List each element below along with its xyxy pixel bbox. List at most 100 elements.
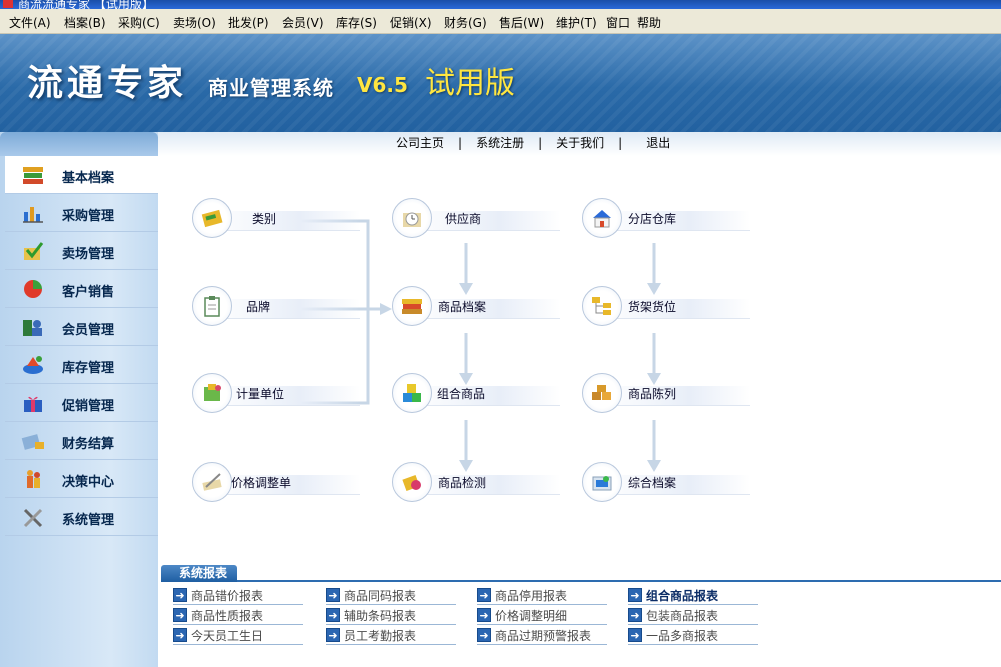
report-link[interactable]: ➜ 商品停用报表	[477, 586, 607, 605]
node-warehouse[interactable]: 分店仓库	[582, 198, 750, 238]
menu-inventory[interactable]: 库存(S)	[336, 14, 377, 31]
arrow-right-icon: ➜	[326, 608, 340, 622]
node-product-archive[interactable]: 商品档案	[392, 286, 560, 326]
node-unit[interactable]: 计量单位	[192, 373, 360, 413]
menu-maintenance[interactable]: 维护(T)	[556, 14, 597, 31]
store-check-icon	[24, 242, 44, 260]
report-link[interactable]: ➜ 商品性质报表	[173, 606, 303, 625]
arrow-right-icon: ➜	[326, 588, 340, 602]
node-supplier[interactable]: 供应商	[392, 198, 560, 238]
report-link[interactable]: ➜ 员工考勤报表	[326, 626, 456, 645]
sidebar-item-label: 决策中心	[62, 475, 115, 490]
node-bar	[210, 299, 360, 319]
sidebar-header	[0, 132, 158, 156]
node-label: 组合商品	[437, 387, 486, 401]
node-label: 综合档案	[628, 476, 677, 490]
sidebar-item-finance[interactable]: 财务结算	[5, 422, 158, 460]
window-title: 商流流通专家 【试用版】	[18, 0, 154, 9]
sidebar-item-members[interactable]: 会员管理	[5, 308, 158, 346]
node-label: 类别	[252, 212, 277, 226]
app-icon	[3, 0, 13, 8]
books-icon	[402, 299, 422, 314]
menu-finance[interactable]: 财务(G)	[444, 14, 487, 31]
books-icon	[23, 167, 43, 184]
arrow-right-icon: ➜	[477, 628, 491, 642]
node-combo-product[interactable]: 组合商品	[392, 373, 560, 413]
report-link[interactable]: ➜ 商品错价报表	[173, 586, 303, 605]
measure-unit-icon	[204, 384, 221, 401]
menu-aftersales[interactable]: 售后(W)	[499, 14, 544, 31]
sidebar: 基本档案 采购管理 卖场管理 客户销售 会员管理 库存管理 促销管理 财务结算	[5, 156, 158, 536]
sidebar-item-store[interactable]: 卖场管理	[5, 232, 158, 270]
node-shelf[interactable]: 货架货位	[582, 286, 750, 326]
header-banner: 流通专家 商业管理系统 V6.5 试用版	[0, 34, 1001, 132]
sidebar-item-promotion[interactable]: 促销管理	[5, 384, 158, 422]
sidebar-item-purchase[interactable]: 采购管理	[5, 194, 158, 232]
link-logout[interactable]: 退出	[646, 136, 670, 150]
sidebar-item-label: 采购管理	[62, 209, 115, 224]
link-company-home[interactable]: 公司主页	[396, 136, 444, 150]
report-link[interactable]: ➜ 今天员工生日	[173, 626, 303, 645]
report-label: 包装商品报表	[646, 609, 719, 623]
node-label: 价格调整单	[231, 476, 292, 490]
report-link[interactable]: ➜ 组合商品报表	[628, 586, 758, 605]
menu-help[interactable]: 帮助	[637, 14, 661, 31]
members-icon	[23, 320, 42, 336]
clock-icon	[403, 212, 421, 227]
sidebar-item-system[interactable]: 系统管理	[5, 498, 158, 536]
sidebar-item-label: 会员管理	[62, 323, 115, 338]
arrow-right-icon: ➜	[477, 588, 491, 602]
calculator-icon	[21, 434, 44, 450]
report-label: 今天员工生日	[191, 629, 264, 643]
app-logo: 流通专家	[27, 62, 188, 104]
menu-promotion[interactable]: 促销(X)	[390, 14, 432, 31]
report-label: 商品停用报表	[495, 589, 568, 603]
node-category[interactable]: 类别	[192, 198, 360, 238]
arrow-right-icon: ➜	[628, 628, 642, 642]
sidebar-item-customer-sales[interactable]: 客户销售	[5, 270, 158, 308]
inspection-icon	[402, 474, 421, 492]
report-link[interactable]: ➜ 辅助条码报表	[326, 606, 456, 625]
node-bar	[410, 211, 560, 231]
report-link[interactable]: ➜ 价格调整明细	[477, 606, 607, 625]
window-titlebar: 商流流通专家 【试用版】	[0, 0, 1001, 9]
node-bar	[210, 386, 360, 406]
node-label: 商品档案	[438, 300, 487, 314]
report-link[interactable]: ➜ 包装商品报表	[628, 606, 758, 625]
report-label: 价格调整明细	[495, 609, 568, 623]
decision-people-icon	[27, 470, 40, 488]
gift-icon	[24, 396, 42, 412]
arrow-right-icon: ➜	[628, 608, 642, 622]
menu-member[interactable]: 会员(V)	[282, 14, 324, 31]
report-link[interactable]: ➜ 商品同码报表	[326, 586, 456, 605]
sidebar-item-basic-archive[interactable]: 基本档案	[5, 156, 158, 194]
node-brand[interactable]: 品牌	[192, 286, 360, 326]
node-inspection[interactable]: 商品检测	[392, 462, 560, 502]
arrow-right-icon: ➜	[173, 608, 187, 622]
sidebar-item-decision[interactable]: 决策中心	[5, 460, 158, 498]
report-link[interactable]: ➜ 商品过期预警报表	[477, 626, 607, 645]
sidebar-item-inventory[interactable]: 库存管理	[5, 346, 158, 384]
menu-wholesale[interactable]: 批发(P)	[228, 14, 269, 31]
arrow-right-icon: ➜	[326, 628, 340, 642]
node-label: 分店仓库	[628, 212, 677, 226]
arrow-right-icon: ➜	[628, 588, 642, 602]
link-about[interactable]: 关于我们	[556, 136, 604, 150]
clipboard-icon	[204, 296, 220, 317]
menu-window[interactable]: 窗口	[606, 14, 630, 31]
link-separator: |	[458, 136, 463, 150]
menu-purchase[interactable]: 采购(C)	[118, 14, 160, 31]
report-link[interactable]: ➜ 一品多商报表	[628, 626, 758, 645]
menu-store[interactable]: 卖场(O)	[173, 14, 216, 31]
tree-structure-icon	[592, 297, 611, 315]
menu-archive[interactable]: 档案(B)	[64, 14, 106, 31]
price-adjust-icon	[202, 473, 222, 491]
node-display[interactable]: 商品陈列	[582, 373, 750, 413]
node-comprehensive[interactable]: 综合档案	[582, 462, 750, 502]
link-register[interactable]: 系统注册	[476, 136, 524, 150]
menu-file[interactable]: 文件(A)	[9, 14, 51, 31]
inventory-icon	[23, 356, 43, 374]
top-links: 公司主页 | 系统注册 | 关于我们 | 退出	[396, 134, 670, 151]
node-price-adjust[interactable]: 价格调整单	[192, 462, 360, 502]
link-separator: |	[538, 136, 543, 150]
